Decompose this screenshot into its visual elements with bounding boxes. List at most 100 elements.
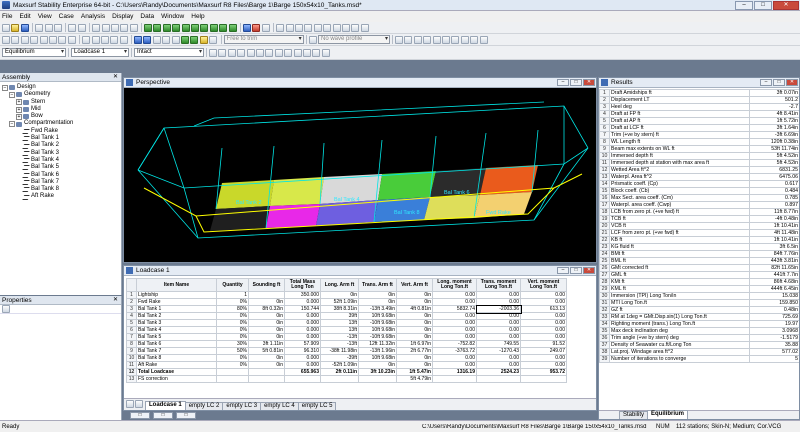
tab-loadcase-5[interactable]: empty LC 5 [297, 402, 337, 410]
align-right-icon[interactable] [20, 35, 29, 44]
view-results-icon[interactable] [181, 23, 190, 32]
table-cell[interactable]: 0in [396, 312, 433, 320]
tab-equilibrium[interactable]: Equilibrium [647, 410, 689, 419]
table-row[interactable]: 4 Bal Tank 2 0% 0in 0.000 39ft 10ft 9.68in 0in 0… [126, 312, 567, 320]
table-row[interactable]: 9 Bal Tank 7 50% 5ft 0.81in 96.310 -38ft 11.9… [126, 347, 567, 355]
table-cell[interactable] [216, 375, 249, 383]
table-cell[interactable]: 0in [396, 319, 433, 327]
table-cell[interactable]: 655.963 [284, 368, 321, 376]
table-cell[interactable] [432, 375, 477, 383]
table-cell[interactable]: 39ft [320, 312, 359, 320]
table-cell[interactable]: 0.000 [284, 312, 321, 320]
table-cell[interactable] [520, 375, 567, 383]
tab-loadcase-2[interactable]: empty LC 2 [184, 402, 224, 410]
print-icon[interactable] [68, 23, 77, 32]
disp-icon[interactable] [237, 48, 246, 57]
tree-item[interactable]: + Mid [2, 106, 119, 113]
view-tanks-icon[interactable] [219, 23, 228, 32]
table-cell[interactable]: 4ft 0.81in [396, 305, 433, 313]
loadcase-select[interactable]: Loadcase 1 [71, 48, 129, 57]
tree-item[interactable]: Bal Tank 6 [2, 172, 119, 179]
table-cell[interactable]: 1ft 6.97in [396, 340, 433, 348]
menu-case[interactable]: Case [59, 13, 74, 20]
view-perspective-icon[interactable] [172, 23, 181, 32]
table-cell[interactable]: 0.00 [432, 361, 477, 369]
copy-icon[interactable] [44, 23, 53, 32]
results-maximize-button[interactable]: □ [773, 79, 785, 86]
table-cell[interactable]: 0% [216, 354, 249, 362]
table-cell[interactable]: 0.00 [520, 326, 567, 334]
table-cell[interactable]: 0in [396, 361, 433, 369]
tree-item[interactable]: − Design [2, 84, 119, 91]
table-cell[interactable]: 5832.74 [432, 305, 477, 313]
tank-cal-icon[interactable] [284, 48, 293, 57]
perspective-minimize-button[interactable]: – [557, 79, 569, 86]
table-cell[interactable]: 80% [216, 305, 249, 313]
table-cell[interactable]: 0.00 [432, 319, 477, 327]
expand-toggle-icon[interactable]: + [16, 99, 22, 106]
perspective-viewport[interactable]: Bal Tank 2 Bal Tank 4 Bal Tank 6 Bal Tan… [124, 88, 596, 262]
table-cell[interactable]: 0.00 [520, 333, 567, 341]
table-row[interactable]: 5 Bal Tank 3 0% 0in 0.000 13ft -10ft 9.68in 0in… [126, 319, 567, 327]
tree-item[interactable]: Bal Tank 8 [2, 186, 119, 193]
table-cell[interactable]: 50% [216, 347, 249, 355]
long-strength-icon[interactable] [274, 48, 283, 57]
expand-toggle-icon[interactable]: + [16, 113, 22, 120]
rotate-right-icon[interactable] [91, 35, 100, 44]
table-cell[interactable]: 0in [248, 361, 285, 369]
table-cell[interactable]: -38ft 11.98in [320, 347, 359, 355]
table-cell[interactable]: 0in [248, 354, 285, 362]
assembly-close-icon[interactable]: ✕ [113, 73, 118, 81]
buttocks-icon[interactable] [48, 35, 57, 44]
table-cell[interactable]: -39ft [320, 354, 359, 362]
table-cell[interactable]: 0.00 [476, 298, 521, 306]
tree-item[interactable]: Aft Rake [2, 193, 119, 200]
table-cell[interactable]: 0in [320, 291, 359, 299]
table-cell[interactable]: 0.000 [284, 326, 321, 334]
menu-analysis[interactable]: Analysis [81, 13, 105, 20]
tool-c-icon[interactable] [413, 35, 422, 44]
arrow-icon[interactable] [162, 35, 171, 44]
table-cell[interactable]: -752.82 [432, 340, 477, 348]
rotate-left-icon[interactable] [82, 35, 91, 44]
tree-item[interactable]: Bal Tank 3 [2, 150, 119, 157]
minimized-window-button[interactable]: □ [176, 412, 196, 419]
tool-a-icon[interactable] [394, 35, 403, 44]
new-file-icon[interactable] [2, 23, 10, 32]
table-cell[interactable]: 1ft 5.47in [396, 368, 433, 376]
frame-icon[interactable] [341, 23, 350, 32]
units-icon[interactable] [351, 23, 360, 32]
table-cell[interactable]: 0% [216, 333, 249, 341]
table-cell[interactable]: 0% [216, 319, 249, 327]
report-icon[interactable] [321, 48, 330, 57]
expand-toggle-icon[interactable]: − [9, 91, 15, 98]
shade-icon[interactable] [134, 35, 143, 44]
table-cell[interactable]: 0.00 [476, 361, 521, 369]
diagonals-icon[interactable] [67, 35, 76, 44]
table-cell[interactable]: 0in [396, 333, 433, 341]
table-cell[interactable]: 0.00 [432, 333, 477, 341]
tab-loadcase-1[interactable]: Loadcase 1 [145, 401, 186, 410]
kn-icon[interactable] [246, 48, 255, 57]
table-cell[interactable]: 0in [396, 291, 433, 299]
table-cell[interactable]: 0.00 [432, 291, 477, 299]
home-view-icon[interactable] [129, 23, 138, 32]
rotate-icon[interactable] [120, 23, 129, 32]
wave-select[interactable]: No wave profile [317, 35, 390, 44]
maximize-button[interactable]: □ [754, 0, 772, 10]
results-minimize-button[interactable]: – [760, 79, 772, 86]
align-left-icon[interactable] [2, 35, 10, 44]
table-cell[interactable]: 0% [216, 361, 249, 369]
table-cell[interactable]: 0.000 [284, 333, 321, 341]
table-cell[interactable]: -13ft 1.96in [358, 347, 397, 355]
save-icon[interactable] [20, 23, 29, 32]
table-cell[interactable]: 0% [216, 326, 249, 334]
close-button[interactable]: ✕ [773, 0, 799, 10]
table-cell[interactable]: 749.55 [476, 340, 521, 348]
table-cell[interactable]: -2003.36 [475, 304, 522, 314]
pan-icon[interactable] [110, 23, 119, 32]
waterlines-icon[interactable] [58, 35, 67, 44]
table-cell[interactable]: 0.00 [520, 361, 567, 369]
criteria-icon[interactable] [312, 48, 321, 57]
view-table-icon[interactable] [200, 23, 209, 32]
